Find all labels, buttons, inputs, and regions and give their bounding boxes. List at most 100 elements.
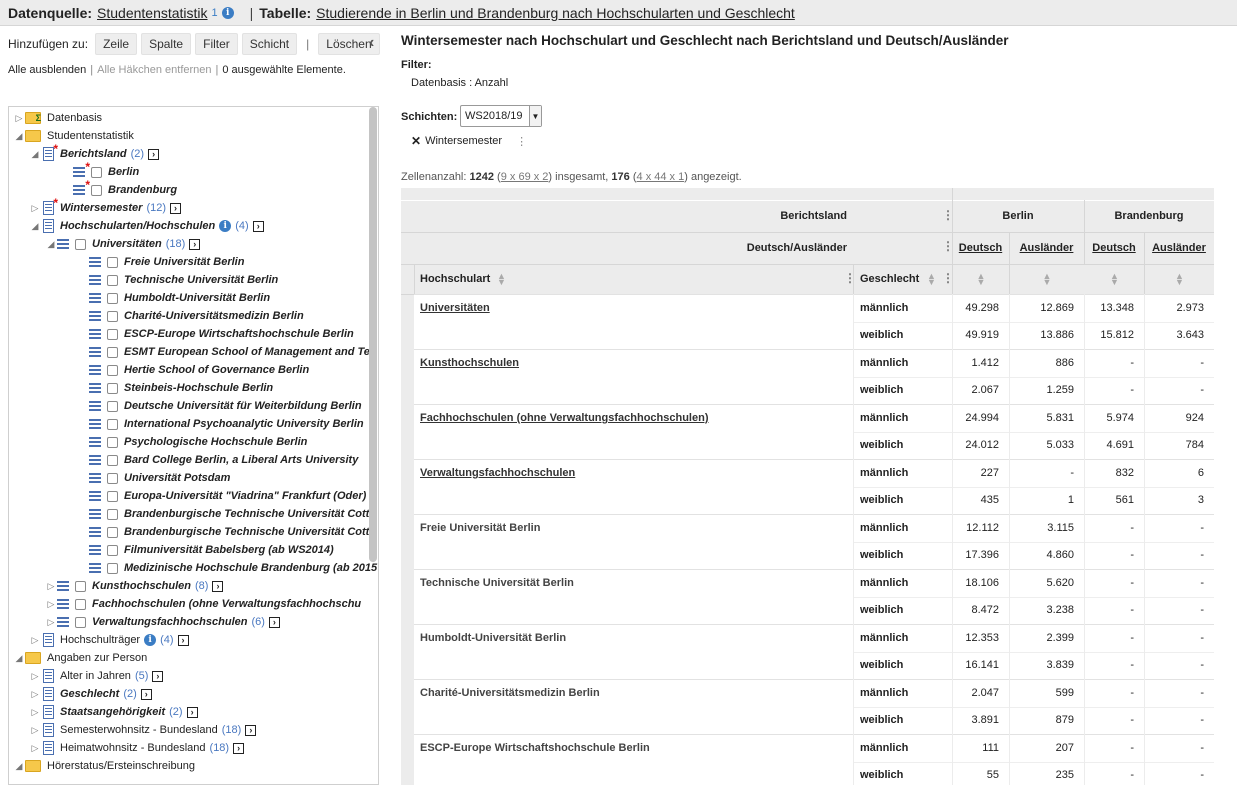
add-layer-button[interactable]: Schicht — [241, 33, 298, 55]
expand-icon[interactable]: › — [152, 670, 164, 682]
tree-item[interactable]: ▷ Verwaltungsfachhochschulen (6) › — [45, 613, 280, 631]
expand-icon[interactable]: › — [268, 616, 280, 628]
table-row-label[interactable]: Kunsthochschulen — [420, 349, 850, 377]
tree-item[interactable]: Brandenburgische Technische Universität … — [77, 505, 376, 523]
tree-checkbox[interactable] — [75, 598, 86, 610]
column-header-auslaender[interactable]: Ausländer — [1009, 232, 1084, 264]
tree-checkbox[interactable] — [107, 382, 118, 394]
tree-checkbox[interactable] — [91, 166, 102, 178]
tree-item[interactable]: ▷ Staatsangehörigkeit (2) › — [29, 703, 198, 721]
tree-checkbox[interactable] — [107, 562, 118, 574]
add-column-button[interactable]: Spalte — [141, 33, 192, 55]
add-filter-button[interactable]: Filter — [195, 33, 238, 55]
tree-item[interactable]: ▷ Wintersemester(12) › — [29, 196, 181, 217]
expand-icon[interactable]: › — [140, 688, 152, 700]
tree-checkbox[interactable] — [107, 256, 118, 268]
tree-item[interactable]: Technische Universität Berlin — [77, 271, 278, 289]
tree-checkbox[interactable] — [107, 292, 118, 304]
tree-checkbox[interactable] — [107, 274, 118, 286]
tree-item[interactable]: ESMT European School of Management and T… — [77, 343, 376, 361]
table-row-label[interactable]: Universitäten — [420, 294, 850, 322]
sort-icon[interactable]: ▲ ▼ — [977, 272, 986, 287]
collapse-arrow-icon[interactable]: ◢ — [13, 131, 25, 142]
tree-item[interactable]: ◢ Universitäten (18) › — [45, 235, 201, 253]
sort-icon[interactable]: ▲ ▼ — [1175, 272, 1184, 287]
tree-checkbox[interactable] — [107, 328, 118, 340]
expand-icon[interactable]: › — [212, 580, 224, 592]
column-header-auslaender[interactable]: Ausländer — [1144, 232, 1214, 264]
tree-checkbox[interactable] — [107, 508, 118, 520]
tree-item[interactable]: Deutsche Universität für Weiterbildung B… — [77, 397, 362, 415]
tree-item[interactable]: ▷ Datenbasis — [13, 109, 102, 127]
tree-checkbox[interactable] — [107, 418, 118, 430]
tree-checkbox[interactable] — [91, 184, 102, 196]
tree-item[interactable]: Berlin — [61, 160, 139, 181]
tree-checkbox[interactable] — [75, 580, 86, 592]
tree-checkbox[interactable] — [107, 346, 118, 358]
tree-checkbox[interactable] — [107, 310, 118, 322]
expand-icon[interactable]: › — [186, 706, 198, 718]
tree-item[interactable]: Universität Potsdam — [77, 469, 230, 487]
expand-icon[interactable]: › — [148, 148, 160, 160]
tree-item[interactable]: ▷ Heimatwohnsitz - Bundesland (18) › — [29, 739, 245, 757]
expand-arrow-icon[interactable]: ▷ — [29, 689, 41, 700]
table-row-label[interactable]: Verwaltungsfachhochschulen — [420, 459, 850, 487]
tree-item[interactable]: ◢ Angaben zur Person — [13, 649, 147, 667]
expand-icon[interactable]: › — [245, 724, 257, 736]
tree-item[interactable]: ◢ Berichtsland(2)› — [29, 142, 160, 163]
tree-checkbox[interactable] — [107, 364, 118, 376]
collapse-arrow-icon[interactable]: ◢ — [29, 221, 41, 232]
tree-item[interactable]: ▷ Alter in Jahren (5) › — [29, 667, 164, 685]
tree-item[interactable]: Steinbeis-Hochschule Berlin — [77, 379, 273, 397]
collapse-arrow-icon[interactable]: ◢ — [13, 653, 25, 664]
expand-arrow-icon[interactable]: ▷ — [29, 635, 41, 646]
tree-item[interactable]: Hertie School of Governance Berlin — [77, 361, 309, 379]
tree-scrollbar[interactable] — [369, 107, 377, 562]
tree-item[interactable]: Freie Universität Berlin — [77, 253, 244, 271]
tree-checkbox[interactable] — [75, 238, 86, 250]
tree-item[interactable]: ◢ Hörerstatus/Ersteinschreibung — [13, 757, 195, 775]
sort-icon[interactable]: ▲ ▼ — [1110, 272, 1119, 287]
expand-arrow-icon[interactable]: ▷ — [13, 113, 25, 124]
tree-item[interactable]: Medizinische Hochschule Brandenburg (ab … — [77, 559, 377, 577]
tree-checkbox[interactable] — [107, 454, 118, 466]
tree-item[interactable]: ▷ Hochschulträger i (4) › — [29, 631, 189, 649]
tree-item[interactable]: Charité-Universitätsmedizin Berlin — [77, 307, 304, 325]
sort-icon[interactable]: ▲ ▼ — [1043, 272, 1052, 287]
tree-item[interactable]: Brandenburgische Technische Universität … — [77, 523, 376, 541]
tree-checkbox[interactable] — [107, 472, 118, 484]
tree-checkbox[interactable] — [107, 526, 118, 538]
tree-item[interactable]: International Psychoanalytic University … — [77, 415, 364, 433]
collapse-arrow-icon[interactable]: ◢ — [13, 761, 25, 772]
close-icon[interactable]: ✕ — [411, 134, 421, 148]
expand-arrow-icon[interactable]: ▷ — [29, 671, 41, 682]
tree-item[interactable]: ▷ Fachhochschulen (ohne Verwaltungsfachho… — [45, 595, 362, 613]
tree-checkbox[interactable] — [107, 544, 118, 556]
add-row-button[interactable]: Zeile — [95, 33, 138, 55]
expand-icon[interactable]: › — [177, 634, 189, 646]
table-link[interactable]: Studierende in Berlin und Brandenburg na… — [316, 5, 795, 21]
expand-arrow-icon[interactable]: ▷ — [29, 725, 41, 736]
more-icon[interactable]: ⋮ — [516, 135, 527, 148]
expand-arrow-icon[interactable]: ▷ — [45, 617, 57, 628]
tree-item[interactable]: ▷ Kunsthochschulen (8) › — [45, 577, 224, 595]
tree-item[interactable]: ESCP-Europe Wirtschaftshochschule Berlin — [77, 325, 354, 343]
tree-checkbox[interactable] — [75, 616, 86, 628]
expand-arrow-icon[interactable]: ▷ — [45, 599, 57, 610]
expand-arrow-icon[interactable]: ▷ — [29, 203, 41, 214]
collapse-arrow-icon[interactable]: ◢ — [29, 149, 41, 160]
info-icon[interactable]: i — [221, 6, 234, 19]
tree-checkbox[interactable] — [107, 436, 118, 448]
tree-item[interactable]: ◢ Studentenstatistik — [13, 127, 134, 145]
expand-arrow-icon[interactable]: ▷ — [45, 581, 57, 592]
expand-arrow-icon[interactable]: ▷ — [29, 743, 41, 754]
expand-icon[interactable]: › — [189, 238, 201, 250]
layer-select[interactable]: WS2018/19 ▼ — [460, 105, 542, 127]
info-icon[interactable]: i — [219, 220, 232, 232]
expand-icon[interactable]: › — [170, 202, 181, 214]
sort-icon[interactable]: ▲ ▼ — [497, 272, 506, 287]
table-row-label[interactable]: Fachhochschulen (ohne Verwaltungsfachhoc… — [420, 404, 850, 432]
tree-item[interactable]: ◢ Hochschularten/Hochschulen i (4) › — [29, 217, 264, 235]
column-header-deutsch[interactable]: Deutsch — [1084, 232, 1144, 264]
tree-item[interactable]: ▷ Semesterwohnsitz - Bundesland (18) › — [29, 721, 257, 739]
